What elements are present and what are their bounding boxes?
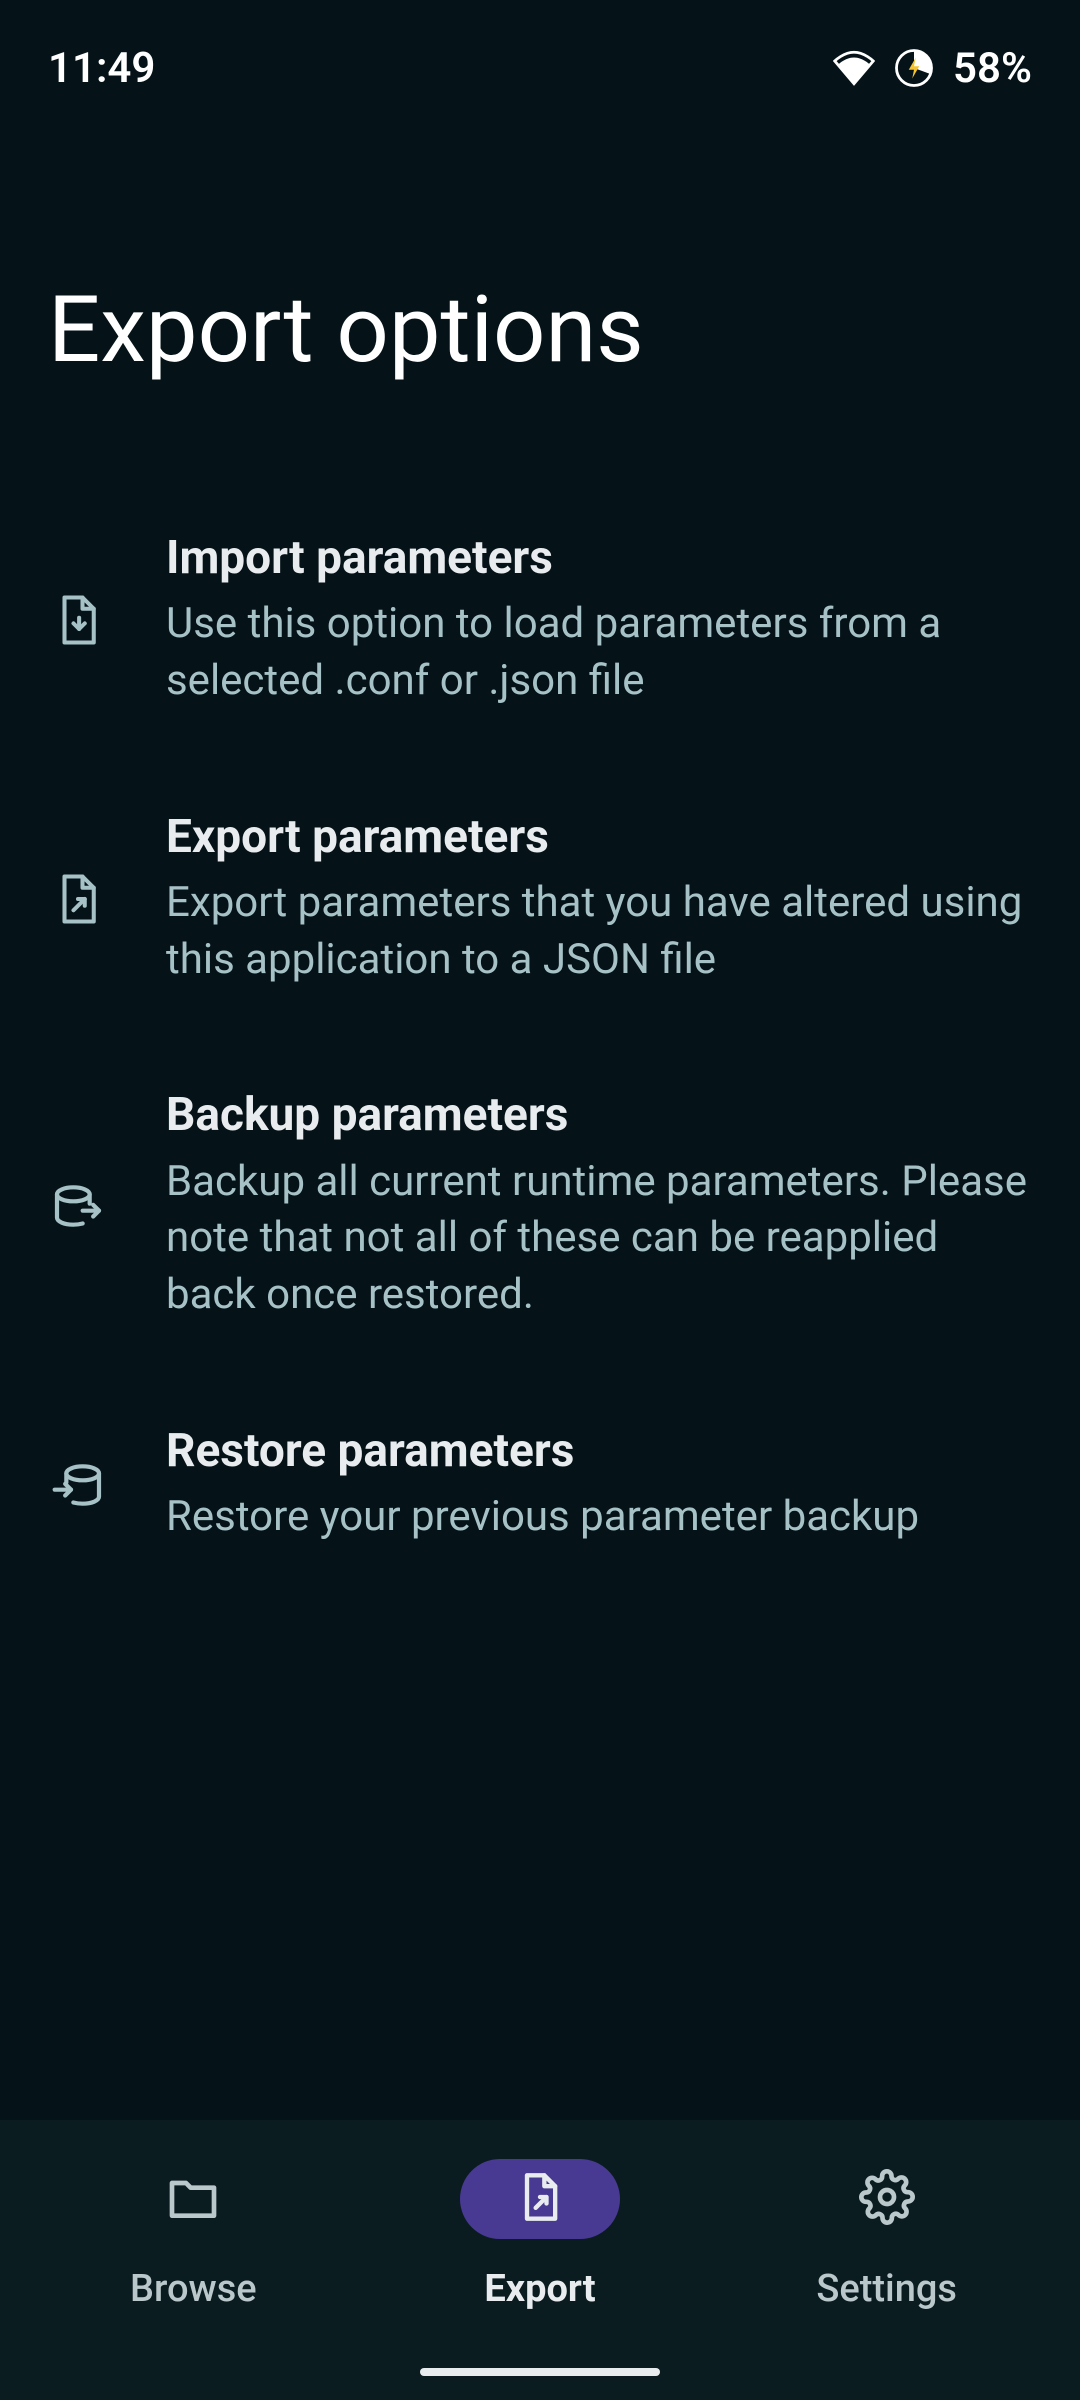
database-export-icon	[48, 1178, 108, 1234]
database-import-icon	[48, 1457, 108, 1513]
option-text: Import parameters Use this option to loa…	[166, 531, 1032, 710]
nav-settings[interactable]: Settings	[713, 2159, 1060, 2311]
nav-icon-wrap	[113, 2159, 273, 2239]
nav-label: Browse	[130, 2267, 257, 2311]
option-title: Export parameters	[166, 810, 1032, 865]
status-icons: 58%	[833, 44, 1032, 93]
file-export-icon	[514, 2171, 566, 2227]
option-text: Backup parameters Backup all current run…	[166, 1088, 1032, 1323]
gear-icon	[859, 2169, 915, 2229]
file-import-icon	[48, 593, 108, 647]
option-title: Import parameters	[166, 531, 1032, 586]
folder-icon	[165, 2169, 221, 2229]
bottom-nav: Browse Export Settings	[0, 2120, 1080, 2400]
nav-browse[interactable]: Browse	[20, 2159, 367, 2311]
option-desc: Use this option to load parameters from …	[166, 596, 1032, 709]
nav-icon-wrap	[460, 2159, 620, 2239]
option-text: Restore parameters Restore your previous…	[166, 1424, 919, 1546]
status-time: 11:49	[48, 44, 155, 93]
option-text: Export parameters Export parameters that…	[166, 810, 1032, 989]
file-export-icon	[48, 872, 108, 926]
nav-export[interactable]: Export	[367, 2159, 714, 2311]
option-backup-parameters[interactable]: Backup parameters Backup all current run…	[0, 1038, 1080, 1373]
status-bar: 11:49 58%	[0, 0, 1080, 100]
wifi-icon	[833, 47, 875, 89]
option-export-parameters[interactable]: Export parameters Export parameters that…	[0, 760, 1080, 1039]
nav-icon-wrap	[807, 2159, 967, 2239]
option-desc: Backup all current runtime parameters. P…	[166, 1154, 1032, 1324]
option-desc: Export parameters that you have altered …	[166, 875, 1032, 988]
option-import-parameters[interactable]: Import parameters Use this option to loa…	[0, 481, 1080, 760]
nav-label: Export	[484, 2267, 595, 2311]
option-restore-parameters[interactable]: Restore parameters Restore your previous…	[0, 1374, 1080, 1596]
page-title: Export options	[0, 100, 1080, 481]
option-title: Restore parameters	[166, 1424, 919, 1479]
nav-label: Settings	[816, 2267, 957, 2311]
options-list: Import parameters Use this option to loa…	[0, 481, 1080, 1595]
nav-handle[interactable]	[420, 2368, 660, 2376]
option-title: Backup parameters	[166, 1088, 1032, 1143]
option-desc: Restore your previous parameter backup	[166, 1489, 919, 1546]
battery-percentage: 58%	[953, 44, 1032, 93]
battery-charging-icon	[893, 47, 935, 89]
